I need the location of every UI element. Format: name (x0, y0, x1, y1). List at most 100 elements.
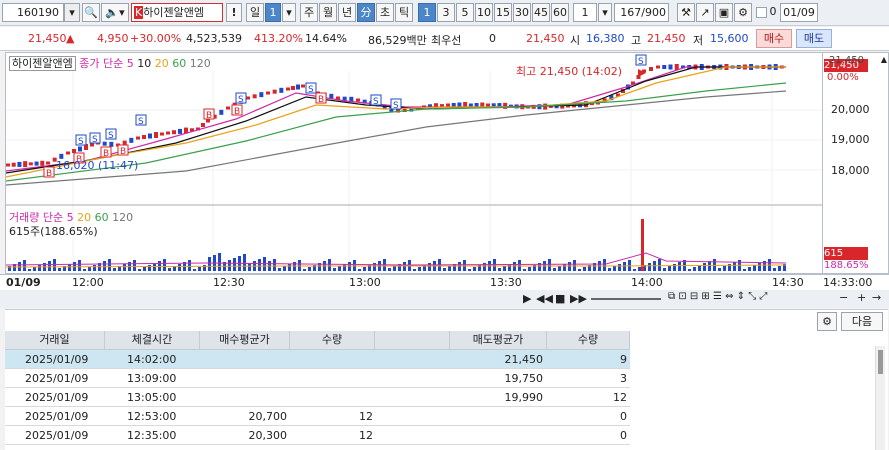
minute-60[interactable]: 60 (551, 3, 569, 22)
col-buy-avg[interactable]: 매수평균가 (200, 331, 290, 350)
draw-tools-icon[interactable]: ⧉ ⊡ ⊟ ⊞ ☰ ⇔ ⇕ ⤡ ⤢ (668, 291, 767, 302)
interval-input[interactable]: 1 (573, 3, 597, 22)
period-year[interactable]: 년 (338, 3, 356, 22)
stock-name-field[interactable]: K하이젠알앤엠 (131, 3, 223, 22)
volume-bar (673, 264, 676, 271)
period-dropdown-icon[interactable]: ▾ (282, 3, 296, 22)
col-sell-avg[interactable]: 매도평균가 (450, 331, 547, 350)
col-sell-qty[interactable]: 수량 (547, 331, 630, 350)
play-icon[interactable]: ▶ (523, 292, 531, 305)
zoom-out-icon[interactable]: − (839, 291, 848, 304)
candle (166, 131, 170, 135)
settings-button[interactable]: ⚙ (817, 312, 837, 331)
candle (356, 98, 360, 102)
sell-button[interactable]: 매도 (796, 29, 832, 48)
volume-bar (273, 259, 276, 271)
cell-sell-qty: 3 (620, 372, 627, 385)
arrow-right-icon[interactable]: → (872, 291, 881, 304)
date-checkbox[interactable] (756, 7, 767, 18)
save-icon[interactable]: ▣ (715, 3, 733, 22)
candle (66, 151, 70, 155)
volume-bar (388, 268, 391, 271)
volume-bar (703, 263, 706, 271)
period-tick[interactable]: 틱 (395, 3, 413, 22)
table-row[interactable]: 2025/01/09 13:05:00 19,990 12 (5, 388, 630, 407)
speaker-icon[interactable]: 🔈▾ (101, 3, 129, 22)
volume-bar (718, 268, 721, 271)
marker-label: S (373, 97, 379, 107)
count-field[interactable]: 167/900 (614, 3, 669, 22)
interval-dropdown-icon[interactable]: ▾ (598, 3, 612, 22)
volume-bar (308, 267, 311, 271)
search-icon[interactable]: 🔍 (82, 3, 100, 22)
zoom-slider[interactable] (591, 298, 661, 300)
col-date[interactable]: 거래일 (5, 331, 105, 350)
minute-10[interactable]: 10 (475, 3, 493, 22)
period-second[interactable]: 초 (376, 3, 394, 22)
volume-value-note: 615주(188.65%) (9, 225, 98, 238)
marker-label: S (92, 135, 98, 145)
next-button[interactable]: 다음 (841, 312, 883, 331)
open-label: 시 (570, 34, 581, 47)
minute-1[interactable]: 1 (418, 3, 436, 22)
col-buy-qty[interactable]: 수량 (290, 331, 375, 350)
volume-bar (143, 267, 146, 271)
candle (142, 135, 146, 139)
candle (291, 86, 295, 90)
volume-bar (553, 268, 556, 271)
volume-bar (358, 269, 361, 271)
grid-scrollbar[interactable] (875, 346, 885, 450)
col-time[interactable]: 체결시간 (105, 331, 200, 350)
table-row[interactable]: 2025/01/09 13:09:00 19,750 3 (5, 369, 630, 388)
volume-bar (23, 260, 26, 271)
price-axis[interactable]: 21,450 0.00% 21,450 20,000 19,000 18,000… (823, 52, 889, 274)
period-month[interactable]: 월 (319, 3, 337, 22)
volume-bar (278, 268, 281, 271)
table-row[interactable]: 2025/01/09 12:35:00 20,300 12 0 (5, 426, 630, 445)
price-change: 4,950 (97, 32, 129, 45)
minute-45[interactable]: 45 (532, 3, 550, 22)
minute-5[interactable]: 5 (456, 3, 474, 22)
scrollbar-thumb[interactable] (878, 350, 883, 374)
current-price: 21,450 (28, 32, 67, 45)
table-row[interactable]: 2025/01/09 14:02:00 21,450 9 (5, 350, 630, 369)
zoom-in-icon[interactable]: + (857, 291, 866, 304)
price-volume-chart[interactable]: SSSSSSSSSBBBBBBB 하이젠알앤엠 종가 단순 5 10 20 60… (5, 52, 823, 274)
stock-code-input[interactable]: 160190 (2, 3, 64, 22)
table-row[interactable]: 2025/01/09 12:53:00 20,700 12 0 (5, 407, 630, 426)
period-week[interactable]: 주 (300, 3, 318, 22)
trend-icon[interactable]: ↗ (696, 3, 714, 22)
stop-icon[interactable]: ■ (555, 292, 565, 305)
candle (129, 137, 134, 143)
gear-icon[interactable]: ⚙ (734, 3, 752, 22)
forward-icon[interactable]: ▶▶ (570, 292, 587, 305)
candle (296, 84, 300, 90)
minute-3[interactable]: 3 (437, 3, 455, 22)
period-day[interactable]: 일 (246, 3, 264, 22)
marker-label: S (393, 101, 399, 111)
col-blank[interactable] (375, 331, 450, 350)
candle (17, 161, 22, 167)
candle (109, 141, 114, 147)
stock-badge-icon: K (134, 6, 144, 19)
volume-bar (658, 259, 661, 271)
chart-tools-icon[interactable]: ⚒ (677, 3, 695, 22)
buy-button[interactable]: 매수 (756, 29, 792, 48)
minute-15[interactable]: 15 (494, 3, 512, 22)
candle (11, 162, 16, 167)
candle (266, 91, 270, 95)
volume-bar (113, 268, 116, 271)
candle (446, 103, 450, 107)
rewind-icon[interactable]: ◀◀ (536, 292, 553, 305)
turnover-rate: 14.64% (305, 32, 347, 45)
period-day-count[interactable]: 1 (265, 3, 281, 22)
minute-30[interactable]: 30 (513, 3, 531, 22)
volume-bar (413, 269, 416, 271)
date-input[interactable]: 01/09 (780, 3, 818, 22)
candle (160, 132, 164, 136)
code-dropdown-icon[interactable]: ▾ (64, 3, 80, 22)
volume-bar (188, 260, 191, 271)
alert-button[interactable]: ! (226, 3, 242, 22)
period-minute[interactable]: 分 (357, 3, 375, 22)
scroll-icon[interactable]: ▲ (881, 55, 887, 64)
